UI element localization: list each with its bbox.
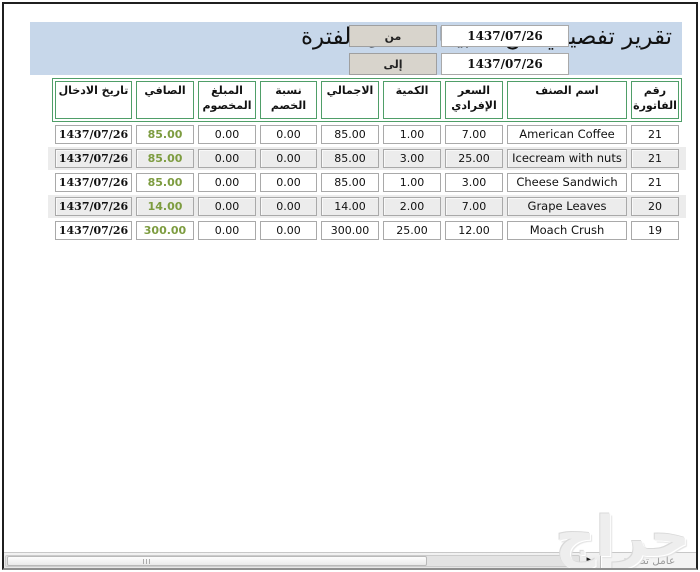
- cell-discount_amt: 0.00: [198, 149, 256, 168]
- cell-total: 14.00: [321, 197, 379, 216]
- scrollbar-thumb[interactable]: [7, 556, 427, 566]
- cell-discount_amt: 0.00: [198, 125, 256, 144]
- cell-entry_date: 1437/07/26: [55, 221, 132, 240]
- cell-net: 85.00: [136, 125, 194, 144]
- cell-total: 85.00: [321, 173, 379, 192]
- filter-status-toggle[interactable]: عامل تصفية: [602, 553, 696, 569]
- table-row: 21Icecream with nuts25.003.0085.000.000.…: [48, 147, 686, 170]
- table-row: 21American Coffee7.001.0085.000.000.0085…: [48, 123, 686, 146]
- cell-invoice: 19: [631, 221, 679, 240]
- table-row: 21Cheese Sandwich3.001.0085.000.000.0085…: [48, 171, 686, 194]
- cell-entry_date: 1437/07/26: [55, 125, 132, 144]
- cell-net: 300.00: [136, 221, 194, 240]
- cell-item: Grape Leaves: [507, 197, 627, 216]
- column-header-invoice: رقم الفاتورة: [631, 81, 679, 119]
- cell-discount_pct: 0.00: [260, 149, 317, 168]
- date-to-button[interactable]: إلى: [349, 53, 437, 75]
- cell-discount_pct: 0.00: [260, 125, 317, 144]
- cell-qty: 1.00: [383, 173, 441, 192]
- cell-invoice: 21: [631, 173, 679, 192]
- column-header-item: اسم الصنف: [507, 81, 627, 119]
- column-header-discount_amt: المبلغ المخصوم: [198, 81, 256, 119]
- column-header-entry_date: تاريخ الادخال: [55, 81, 132, 119]
- cell-invoice: 21: [631, 149, 679, 168]
- cell-qty: 1.00: [383, 125, 441, 144]
- cell-qty: 25.00: [383, 221, 441, 240]
- cell-entry_date: 1437/07/26: [55, 197, 132, 216]
- cell-discount_amt: 0.00: [198, 173, 256, 192]
- cell-discount_pct: 0.00: [260, 221, 317, 240]
- cell-total: 85.00: [321, 149, 379, 168]
- cell-total: 300.00: [321, 221, 379, 240]
- cell-discount_amt: 0.00: [198, 197, 256, 216]
- column-header-unit_price: السعر الإفرادي: [445, 81, 503, 119]
- cell-entry_date: 1437/07/26: [55, 173, 132, 192]
- column-header-total: الاجمالي: [321, 81, 379, 119]
- cell-net: 85.00: [136, 149, 194, 168]
- cell-net: 14.00: [136, 197, 194, 216]
- cell-discount_amt: 0.00: [198, 221, 256, 240]
- cell-unit_price: 25.00: [445, 149, 503, 168]
- cell-discount_pct: 0.00: [260, 173, 317, 192]
- cell-item: Cheese Sandwich: [507, 173, 627, 192]
- column-header-qty: الكمية: [383, 81, 441, 119]
- sales-table: رقم الفاتورةاسم الصنفالسعر الإفراديالكمي…: [52, 78, 682, 243]
- date-to-input[interactable]: [441, 53, 569, 75]
- cell-unit_price: 3.00: [445, 173, 503, 192]
- table-row: 20Grape Leaves7.002.0014.000.000.0014.00…: [48, 195, 686, 218]
- table-header-row: رقم الفاتورةاسم الصنفالسعر الإفراديالكمي…: [52, 78, 682, 122]
- cell-net: 85.00: [136, 173, 194, 192]
- status-separator: [600, 553, 601, 569]
- scrollbar-grip-icon: [143, 559, 151, 564]
- cell-item: Moach Crush: [507, 221, 627, 240]
- cell-invoice: 21: [631, 125, 679, 144]
- table-body: 21American Coffee7.001.0085.000.000.0085…: [52, 123, 682, 242]
- report-header-band: تقرير تفصيلي عن المبيعات خلال الفترة من …: [30, 22, 682, 75]
- date-from-button[interactable]: من: [349, 25, 437, 47]
- cell-qty: 2.00: [383, 197, 441, 216]
- report-window: تقرير تفصيلي عن المبيعات خلال الفترة من …: [2, 2, 698, 570]
- cell-entry_date: 1437/07/26: [55, 149, 132, 168]
- cell-item: Icecream with nuts: [507, 149, 627, 168]
- cell-unit_price: 7.00: [445, 125, 503, 144]
- scroll-right-icon[interactable]: ▶: [582, 553, 598, 569]
- cell-unit_price: 12.00: [445, 221, 503, 240]
- date-from-input[interactable]: [441, 25, 569, 47]
- horizontal-scrollbar[interactable]: [5, 555, 580, 567]
- cell-discount_pct: 0.00: [260, 197, 317, 216]
- column-header-net: الصافي: [136, 81, 194, 119]
- cell-invoice: 20: [631, 197, 679, 216]
- cell-item: American Coffee: [507, 125, 627, 144]
- cell-unit_price: 7.00: [445, 197, 503, 216]
- cell-qty: 3.00: [383, 149, 441, 168]
- status-bar: ▶ عامل تصفية: [4, 552, 696, 568]
- table-row: 19Moach Crush12.0025.00300.000.000.00300…: [48, 219, 686, 242]
- cell-total: 85.00: [321, 125, 379, 144]
- column-header-discount_pct: نسبة الخصم: [260, 81, 317, 119]
